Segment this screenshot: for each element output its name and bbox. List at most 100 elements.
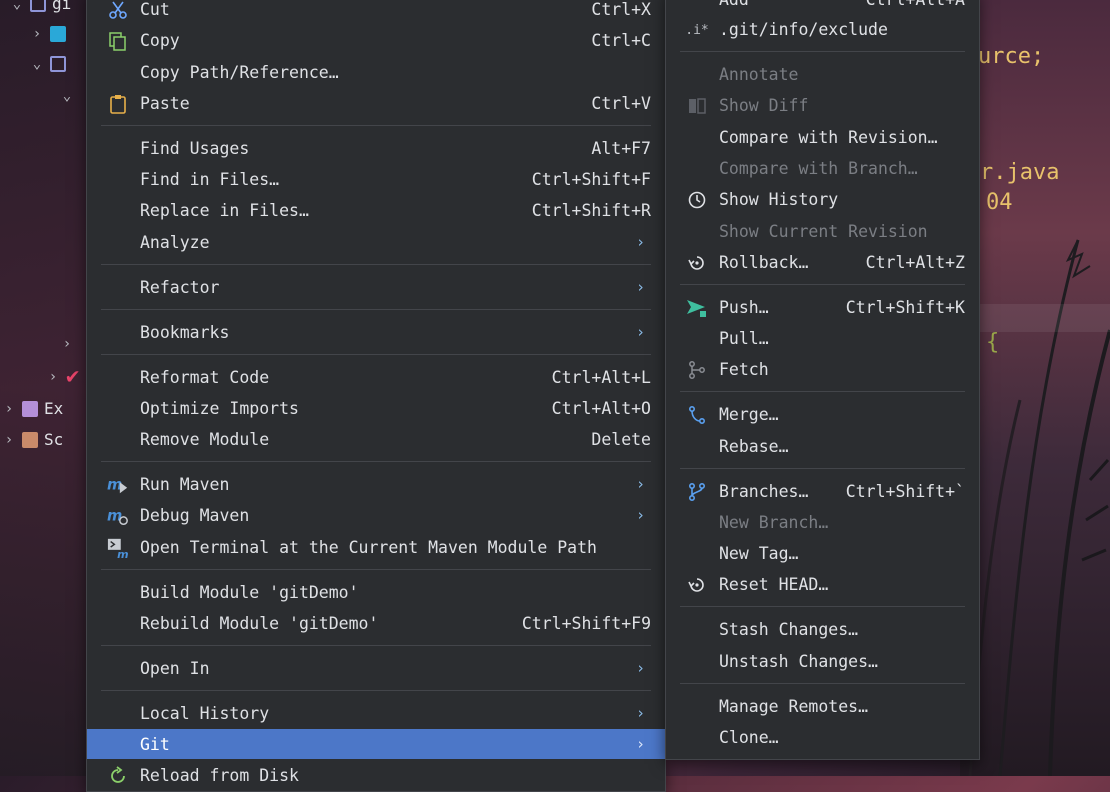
menu-item-local-history[interactable]: Local History ›	[101, 698, 651, 728]
git-item-show-current-revision[interactable]: Show Current Revision	[680, 216, 965, 246]
menu-separator	[680, 391, 965, 392]
menu-item-analyze[interactable]: Analyze ›	[101, 227, 651, 257]
editor-code-fragment: {	[986, 330, 1000, 355]
menu-item-paste[interactable]: Paste Ctrl+V	[101, 88, 651, 118]
git-item-compare-branch[interactable]: Compare with Branch…	[680, 153, 965, 183]
chevron-right-icon: ›	[4, 400, 14, 417]
maven-run-icon: m	[107, 474, 129, 496]
tree-item-scratches[interactable]: › Sc	[2, 430, 63, 449]
menu-item-git[interactable]: Git ›	[87, 729, 665, 759]
menu-item-reload-from-disk[interactable]: Reload from Disk	[101, 760, 651, 790]
menu-item-find-usages[interactable]: Find Usages Alt+F7	[101, 133, 651, 163]
menu-item-bookmarks[interactable]: Bookmarks ›	[101, 317, 651, 347]
git-item-reset-head[interactable]: Reset HEAD…	[680, 569, 965, 599]
chevron-right-icon: ›	[635, 323, 645, 341]
clipboard-icon	[107, 93, 129, 115]
git-item-manage-remotes[interactable]: Manage Remotes…	[680, 691, 965, 721]
git-item-push[interactable]: Push… Ctrl+Shift+K	[680, 292, 965, 322]
tree-item[interactable]: ⌄ gi	[10, 0, 71, 13]
git-item-branches[interactable]: Branches… Ctrl+Shift+`	[680, 476, 965, 506]
menu-item-optimize-imports[interactable]: Optimize Imports Ctrl+Alt+O	[101, 393, 651, 423]
menu-separator	[680, 468, 965, 469]
history-icon	[686, 189, 708, 211]
tree-item[interactable]: › ✔	[46, 364, 79, 389]
menu-separator	[101, 354, 651, 355]
tree-item[interactable]: ⌄	[60, 88, 74, 104]
chevron-right-icon: ›	[635, 704, 645, 722]
editor-code-fragment: 04	[986, 190, 1013, 215]
chevron-right-icon: ›	[62, 336, 72, 352]
git-item-new-branch[interactable]: New Branch…	[680, 507, 965, 537]
menu-separator	[101, 125, 651, 126]
menu-separator	[101, 690, 651, 691]
menu-item-reformat-code[interactable]: Reformat Code Ctrl+Alt+L	[101, 362, 651, 392]
chevron-right-icon: ›	[48, 368, 58, 385]
menu-item-copy[interactable]: Copy Ctrl+C	[101, 25, 651, 55]
menu-item-open-terminal-maven[interactable]: m Open Terminal at the Current Maven Mod…	[101, 532, 651, 562]
git-item-stash[interactable]: Stash Changes…	[680, 614, 965, 644]
chevron-down-icon: ⌄	[12, 0, 22, 12]
diff-icon	[686, 95, 708, 117]
git-item-fetch[interactable]: Fetch	[680, 354, 965, 384]
menu-item-cut[interactable]: Cut Ctrl+X	[101, 0, 651, 24]
library-icon	[22, 400, 38, 417]
git-ignore-icon: .i*	[685, 22, 709, 38]
menu-item-open-in[interactable]: Open In ›	[101, 653, 651, 683]
git-item-merge[interactable]: Merge…	[680, 399, 965, 429]
source-folder-icon	[50, 56, 66, 72]
scissors-icon	[107, 0, 129, 21]
svg-text:m: m	[117, 548, 128, 560]
module-icon	[30, 0, 46, 12]
menu-item-replace-in-files[interactable]: Replace in Files… Ctrl+Shift+R	[101, 195, 651, 225]
menu-item-rebuild-module[interactable]: Rebuild Module 'gitDemo' Ctrl+Shift+F9	[101, 608, 651, 638]
tree-item[interactable]: ›	[30, 26, 66, 42]
tree-item-external-libraries[interactable]: › Ex	[2, 399, 63, 418]
tree-item[interactable]: ›	[60, 336, 74, 352]
menu-item-find-in-files[interactable]: Find in Files… Ctrl+Shift+F	[101, 164, 651, 194]
menu-item-refactor[interactable]: Refactor ›	[101, 272, 651, 302]
chevron-down-icon: ⌄	[62, 88, 72, 104]
menu-item-copy-path[interactable]: Copy Path/Reference…	[101, 57, 651, 87]
git-item-show-diff[interactable]: Show Diff	[680, 90, 965, 120]
menu-separator	[680, 51, 965, 52]
rollback-icon	[686, 252, 708, 274]
menu-separator	[680, 683, 965, 684]
chevron-right-icon: ›	[635, 735, 645, 753]
chevron-down-icon: ⌄	[32, 56, 42, 72]
git-item-annotate[interactable]: Annotate	[680, 59, 965, 89]
maven-terminal-icon: m	[107, 537, 129, 560]
git-item-exclude[interactable]: .i* .git/info/exclude	[680, 14, 965, 44]
tree-item[interactable]: ⌄	[30, 56, 66, 72]
git-item-new-tag[interactable]: New Tag…	[680, 538, 965, 568]
maven-debug-icon: m	[107, 505, 129, 527]
menu-separator	[101, 309, 651, 310]
grass-wallpaper	[968, 239, 1110, 776]
menu-item-build-module[interactable]: Build Module 'gitDemo'	[101, 577, 651, 607]
reset-icon	[686, 574, 708, 596]
git-submenu: Add Ctrl+Alt+A .i* .git/info/exclude Ann…	[665, 0, 980, 760]
git-item-unstash[interactable]: Unstash Changes…	[680, 646, 965, 676]
menu-separator	[680, 606, 965, 607]
editor-code-fragment: urce;	[978, 44, 1045, 69]
menu-separator	[101, 264, 651, 265]
editor-code-fragment: r.java	[980, 160, 1060, 185]
git-item-rebase[interactable]: Rebase…	[680, 431, 965, 461]
git-item-pull[interactable]: Pull…	[680, 323, 965, 353]
scratches-icon	[22, 431, 38, 448]
git-item-clone[interactable]: Clone…	[680, 722, 965, 752]
menu-item-run-maven[interactable]: m Run Maven ›	[101, 469, 651, 499]
maven-file-icon: ✔	[66, 364, 80, 389]
chevron-right-icon: ›	[32, 26, 42, 42]
reload-icon	[107, 765, 129, 787]
branch-icon	[686, 481, 708, 503]
git-item-rollback[interactable]: Rollback… Ctrl+Alt+Z	[680, 247, 965, 277]
menu-item-remove-module[interactable]: Remove Module Delete	[101, 424, 651, 454]
git-item-add[interactable]: Add Ctrl+Alt+A	[680, 0, 965, 14]
push-icon	[686, 297, 708, 319]
chevron-right-icon: ›	[635, 659, 645, 677]
menu-separator	[101, 461, 651, 462]
git-item-show-history[interactable]: Show History	[680, 184, 965, 214]
menu-item-debug-maven[interactable]: m Debug Maven ›	[101, 500, 651, 530]
git-item-compare-revision[interactable]: Compare with Revision…	[680, 122, 965, 152]
chevron-right-icon: ›	[635, 278, 645, 296]
